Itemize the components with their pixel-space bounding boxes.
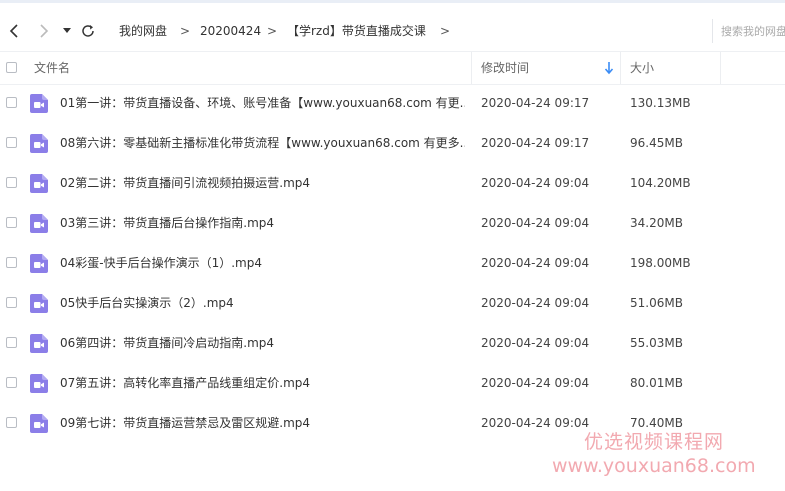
video-file-icon bbox=[30, 94, 48, 113]
search-input[interactable] bbox=[712, 19, 785, 43]
video-file-icon bbox=[30, 174, 48, 193]
caret-down-icon bbox=[63, 28, 71, 33]
file-size: 198.00MB bbox=[630, 256, 691, 270]
file-size: 130.13MB bbox=[630, 96, 691, 110]
file-modified-time: 2020-04-24 09:04 bbox=[481, 296, 590, 310]
video-file-icon bbox=[30, 294, 48, 313]
file-modified-time: 2020-04-24 09:04 bbox=[481, 256, 590, 270]
file-name[interactable]: 05快手后台实操演示（2）.mp4 bbox=[60, 283, 465, 323]
breadcrumb-item-root[interactable]: 我的网盘 bbox=[119, 13, 167, 49]
file-size: 34.20MB bbox=[630, 216, 683, 230]
column-header-name[interactable]: 文件名 bbox=[34, 52, 70, 84]
file-row[interactable]: 02第二讲：带货直播间引流视频拍摄运营.mp4 2020-04-24 09:04 1… bbox=[0, 163, 785, 203]
file-row[interactable]: 03第三讲：带货直播后台操作指南.mp4 2020-04-24 09:04 34.2… bbox=[0, 203, 785, 243]
file-name[interactable]: 04彩蛋-快手后台操作演示（1）.mp4 bbox=[60, 243, 465, 283]
file-size: 55.03MB bbox=[630, 336, 683, 350]
file-name[interactable]: 03第三讲：带货直播后台操作指南.mp4 bbox=[60, 203, 465, 243]
file-row-checkbox[interactable] bbox=[6, 297, 17, 308]
file-name[interactable]: 02第二讲：带货直播间引流视频拍摄运营.mp4 bbox=[60, 163, 465, 203]
file-modified-time: 2020-04-24 09:17 bbox=[481, 136, 590, 150]
file-row[interactable]: 01第一讲：带货直播设备、环境、账号准备【www.youxuan68.com 有… bbox=[0, 83, 785, 123]
file-row[interactable]: 06第四讲：带货直播间冷启动指南.mp4 2020-04-24 09:04 55.0… bbox=[0, 323, 785, 363]
file-modified-time: 2020-04-24 09:17 bbox=[481, 96, 590, 110]
back-button[interactable] bbox=[4, 13, 24, 49]
watermark-url: www.youxuan68.com bbox=[552, 455, 756, 477]
breadcrumb-item-current[interactable]: 【学rzd】带货直播成交课 bbox=[287, 13, 426, 49]
video-file-icon bbox=[30, 374, 48, 393]
breadcrumb-item-folder[interactable]: 20200424 bbox=[200, 13, 261, 49]
file-size: 51.06MB bbox=[630, 296, 683, 310]
video-file-icon bbox=[30, 414, 48, 433]
top-strip bbox=[0, 0, 785, 3]
file-row-checkbox[interactable] bbox=[6, 137, 17, 148]
column-divider bbox=[620, 52, 621, 84]
watermark-title: 优选视频课程网 bbox=[584, 431, 725, 453]
file-size: 80.01MB bbox=[630, 376, 683, 390]
file-modified-time: 2020-04-24 09:04 bbox=[481, 376, 590, 390]
column-divider bbox=[720, 52, 721, 84]
breadcrumb-separator: > bbox=[267, 24, 278, 38]
file-row-checkbox[interactable] bbox=[6, 217, 17, 228]
breadcrumb-separator: > bbox=[180, 24, 191, 38]
sort-down-arrow-icon[interactable] bbox=[603, 61, 615, 75]
file-row-checkbox[interactable] bbox=[6, 177, 17, 188]
file-modified-time: 2020-04-24 09:04 bbox=[481, 336, 590, 350]
breadcrumb-separator: > bbox=[440, 24, 451, 38]
file-row-checkbox[interactable] bbox=[6, 337, 17, 348]
column-divider bbox=[471, 52, 472, 84]
file-name[interactable]: 06第四讲：带货直播间冷启动指南.mp4 bbox=[60, 323, 465, 363]
file-row-checkbox[interactable] bbox=[6, 417, 17, 428]
chevron-right-icon bbox=[40, 24, 49, 38]
file-row[interactable]: 07第五讲：高转化率直播产品线重组定价.mp4 2020-04-24 09:04 8… bbox=[0, 363, 785, 403]
file-row-checkbox[interactable] bbox=[6, 377, 17, 388]
history-dropdown-button[interactable] bbox=[60, 13, 74, 49]
navigation-bar: 我的网盘 > 20200424 > 【学rzd】带货直播成交课 > bbox=[0, 13, 785, 49]
video-file-icon bbox=[30, 254, 48, 273]
video-file-icon bbox=[30, 214, 48, 233]
file-size: 104.20MB bbox=[630, 176, 691, 190]
column-header-time[interactable]: 修改时间 bbox=[481, 52, 529, 84]
file-name[interactable]: 01第一讲：带货直播设备、环境、账号准备【www.youxuan68.com 有… bbox=[60, 83, 465, 123]
file-size: 96.45MB bbox=[630, 136, 683, 150]
file-row[interactable]: 05快手后台实操演示（2）.mp4 2020-04-24 09:04 51.06MB bbox=[0, 283, 785, 323]
file-row-checkbox[interactable] bbox=[6, 97, 17, 108]
refresh-button[interactable] bbox=[78, 13, 98, 49]
file-modified-time: 2020-04-24 09:04 bbox=[481, 176, 590, 190]
file-name[interactable]: 09第七讲：带货直播运营禁忌及雷区规避.mp4 bbox=[60, 403, 465, 443]
refresh-icon bbox=[82, 25, 94, 37]
video-file-icon bbox=[30, 134, 48, 153]
file-row-checkbox[interactable] bbox=[6, 257, 17, 268]
file-list-header: 文件名 修改时间 大小 bbox=[0, 51, 785, 85]
file-name[interactable]: 07第五讲：高转化率直播产品线重组定价.mp4 bbox=[60, 363, 465, 403]
file-modified-time: 2020-04-24 09:04 bbox=[481, 416, 590, 430]
column-header-size[interactable]: 大小 bbox=[630, 52, 654, 84]
video-file-icon bbox=[30, 334, 48, 353]
chevron-left-icon bbox=[9, 24, 18, 38]
forward-button[interactable] bbox=[34, 13, 54, 49]
file-row[interactable]: 04彩蛋-快手后台操作演示（1）.mp4 2020-04-24 09:04 198.… bbox=[0, 243, 785, 283]
file-row[interactable]: 08第六讲：零基础新主播标准化带货流程【www.youxuan68.com 有更… bbox=[0, 123, 785, 163]
select-all-checkbox[interactable] bbox=[6, 62, 17, 73]
file-modified-time: 2020-04-24 09:04 bbox=[481, 216, 590, 230]
file-name[interactable]: 08第六讲：零基础新主播标准化带货流程【www.youxuan68.com 有更… bbox=[60, 123, 465, 163]
